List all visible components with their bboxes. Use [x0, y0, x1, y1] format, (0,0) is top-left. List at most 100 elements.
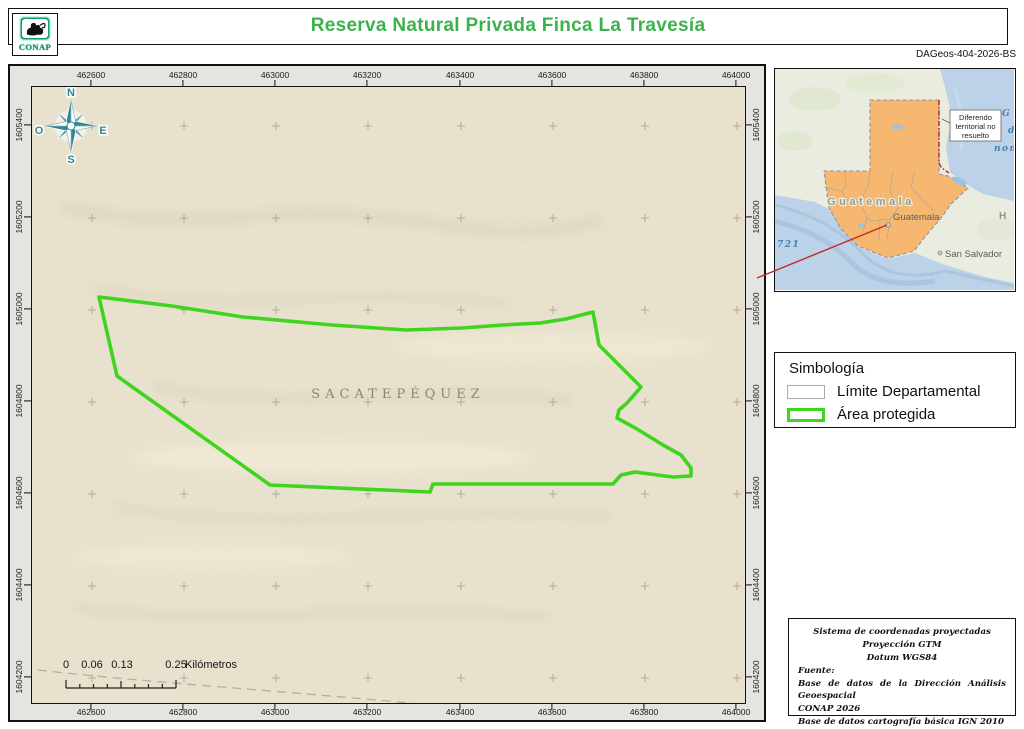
source-line: CONAP 2026 [798, 704, 861, 715]
grid-y-label: 1604400 [751, 568, 761, 602]
grid-tick [745, 676, 752, 678]
sea-label-fragment: G u [1002, 109, 1014, 119]
protected-area-swatch [787, 407, 825, 422]
grid-tick [24, 308, 31, 310]
lake-atitlan [857, 224, 865, 228]
grid-y-label: 1604400 [14, 568, 24, 602]
grid-x-label: 464000 [721, 70, 751, 80]
source-line: Base de datos cartografía básica IGN 201… [798, 717, 1004, 728]
grid-y-label: 1604200 [751, 660, 761, 694]
departmental-limit-swatch [787, 384, 825, 399]
map-frame: SACATEPÉQUEZ 0 0.06 0.13 0.25 Kilómetros… [8, 64, 766, 722]
scale-unit-label: Kilómetros [185, 659, 237, 671]
monkey-icon [26, 22, 46, 36]
grid-tick [24, 676, 31, 678]
conap-logo: CONAP [12, 13, 58, 56]
grid-y-label: 1605400 [751, 108, 761, 142]
source-line: Base de datos de la Dirección Análisis G… [798, 678, 1006, 702]
legend-item-limite: Límite Departamental [787, 383, 1003, 400]
city-dot [937, 250, 943, 256]
grid-tick [551, 80, 553, 87]
grid-y-label: 1605400 [14, 108, 24, 142]
department-label: SACATEPÉQUEZ [311, 386, 484, 402]
coordinate-info-box: Sistema de coordenadas proyectadas Proye… [788, 618, 1016, 727]
legend-item-label: Área protegida [837, 406, 936, 423]
grid-tick [274, 703, 276, 710]
legend-item-area: Área protegida [787, 406, 1003, 423]
crs-line: Datum WGS84 [866, 652, 938, 663]
grid-tick [735, 80, 737, 87]
inset-map: Guatemala Guatemala San Salvador H o 721… [774, 68, 1024, 292]
scale-label: 0 [63, 659, 69, 671]
grid-tick [24, 584, 31, 586]
capital-city-label: Guatemala [893, 212, 940, 223]
grid-x-label: 463800 [629, 70, 659, 80]
grid-tick [274, 80, 276, 87]
scale-label: 0.13 [111, 659, 132, 671]
inset-canvas: Guatemala Guatemala San Salvador H o 721… [774, 69, 1024, 290]
grid-tick [366, 80, 368, 87]
grid-tick [459, 80, 461, 87]
grid-y-label: 1604200 [14, 660, 24, 694]
legend-item-label: Límite Departamental [837, 383, 981, 400]
legend: Simbología Límite Departamental Área pro… [774, 352, 1016, 428]
dispute-callout: Diferendo territorial no resuelto [941, 109, 1002, 142]
header-bar: Reserva Natural Privada Finca La Travesí… [8, 8, 1008, 45]
grid-tick [366, 703, 368, 710]
grid-y-label: 1605200 [751, 200, 761, 234]
lake-peten [891, 124, 903, 130]
grid-tick [643, 80, 645, 87]
grid-tick [735, 703, 737, 710]
callout-line: territorial no [955, 122, 995, 131]
crs-line: Proyección GTM [862, 639, 942, 650]
compass-s-label: S [67, 154, 74, 166]
compass-e-label: E [99, 125, 106, 137]
document-code: DAGeos-404-2026-BS [915, 49, 1016, 60]
grid-tick [24, 216, 31, 218]
grid-x-label: 462600 [76, 70, 106, 80]
grid-tick [90, 80, 92, 87]
grid-tick [90, 703, 92, 710]
source-heading: Fuente: [798, 665, 835, 676]
compass-n-label: N [67, 87, 75, 99]
sea-label-fragment: non d [994, 144, 1014, 154]
grid-y-label: 1605000 [751, 292, 761, 326]
grid-tick [182, 703, 184, 710]
capital-city-dot [885, 221, 892, 228]
grid-x-label: 463600 [537, 70, 567, 80]
country-label: Guatemala [827, 196, 915, 208]
callout-line: Diferendo [959, 113, 992, 122]
depth-label: 721 [777, 240, 800, 250]
grid-y-label: 1604800 [14, 384, 24, 418]
grid-tick [182, 80, 184, 87]
grid-tick [551, 703, 553, 710]
callout-line: resuelto [962, 131, 989, 140]
grid-tick [745, 308, 752, 310]
compass-o-label: O [35, 125, 44, 137]
grid-tick [24, 492, 31, 494]
grid-tick [24, 124, 31, 126]
grid-tick [745, 400, 752, 402]
grid-y-label: 1605200 [14, 200, 24, 234]
conap-logo-icon [19, 16, 51, 41]
grid-x-label: 463400 [445, 70, 475, 80]
map-canvas: SACATEPÉQUEZ 0 0.06 0.13 0.25 Kilómetros… [32, 87, 745, 703]
grid-y-label: 1604600 [14, 476, 24, 510]
page-title: Reserva Natural Privada Finca La Travesí… [310, 15, 706, 36]
scale-label: 0.25 [165, 659, 186, 671]
main-map: SACATEPÉQUEZ 0 0.06 0.13 0.25 Kilómetros… [31, 86, 746, 704]
grid-x-label: 462800 [168, 70, 198, 80]
grid-tick [745, 216, 752, 218]
legend-title: Simbología [789, 360, 865, 377]
san-salvador-label: San Salvador [945, 249, 1002, 260]
grid-tick [745, 124, 752, 126]
crs-line: Sistema de coordenadas proyectadas [813, 627, 991, 637]
grid-tick [24, 400, 31, 402]
grid-x-label: 463000 [260, 70, 290, 80]
honduras-label-fragment: H o [999, 211, 1014, 222]
grid-y-label: 1605000 [14, 292, 24, 326]
grid-y-label: 1604800 [751, 384, 761, 418]
grid-tick [643, 703, 645, 710]
grid-tick [745, 492, 752, 494]
grid-x-label: 463200 [352, 70, 382, 80]
